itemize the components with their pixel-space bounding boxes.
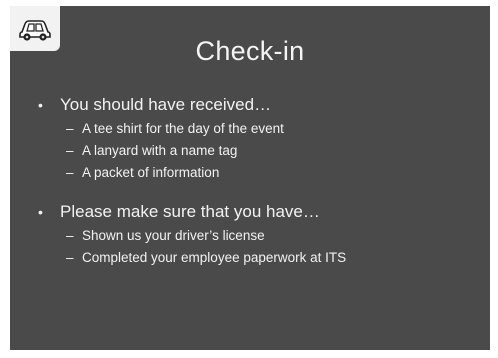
list-item-text: Completed your employee paperwork at ITS: [82, 250, 347, 265]
sub-list: – Shown us your driver’s license – Compl…: [66, 225, 478, 269]
bullet-dot: •: [38, 97, 43, 113]
presentation-slide: Check-in • You should have received… – A…: [10, 6, 490, 350]
bullet-heading: • Please make sure that you have…: [38, 202, 478, 222]
dash-marker: –: [66, 143, 74, 158]
dash-marker: –: [66, 121, 74, 136]
bullet-heading: • You should have received…: [38, 95, 478, 115]
list-item-text: Shown us your driver’s license: [82, 228, 265, 243]
bullet-heading-text: Please make sure that you have…: [60, 202, 320, 221]
list-item: – A packet of information: [66, 162, 478, 184]
list-item-text: A lanyard with a name tag: [82, 143, 238, 158]
bullet-heading-text: You should have received…: [60, 95, 272, 114]
section-make-sure: • Please make sure that you have… – Show…: [38, 202, 478, 269]
list-item: – A lanyard with a name tag: [66, 140, 478, 162]
section-received: • You should have received… – A tee shir…: [38, 95, 478, 184]
dash-marker: –: [66, 165, 74, 180]
list-item: – Completed your employee paperwork at I…: [66, 247, 478, 269]
sub-list: – A tee shirt for the day of the event –…: [66, 118, 478, 184]
dash-marker: –: [66, 250, 74, 265]
slide-content: • You should have received… – A tee shir…: [38, 95, 478, 269]
list-item-text: A packet of information: [82, 165, 220, 180]
bullet-dot: •: [38, 204, 43, 220]
dash-marker: –: [66, 228, 74, 243]
slide-title: Check-in: [195, 36, 305, 66]
list-item: – Shown us your driver’s license: [66, 225, 478, 247]
list-item: – A tee shirt for the day of the event: [66, 118, 478, 140]
list-item-text: A tee shirt for the day of the event: [82, 121, 284, 136]
